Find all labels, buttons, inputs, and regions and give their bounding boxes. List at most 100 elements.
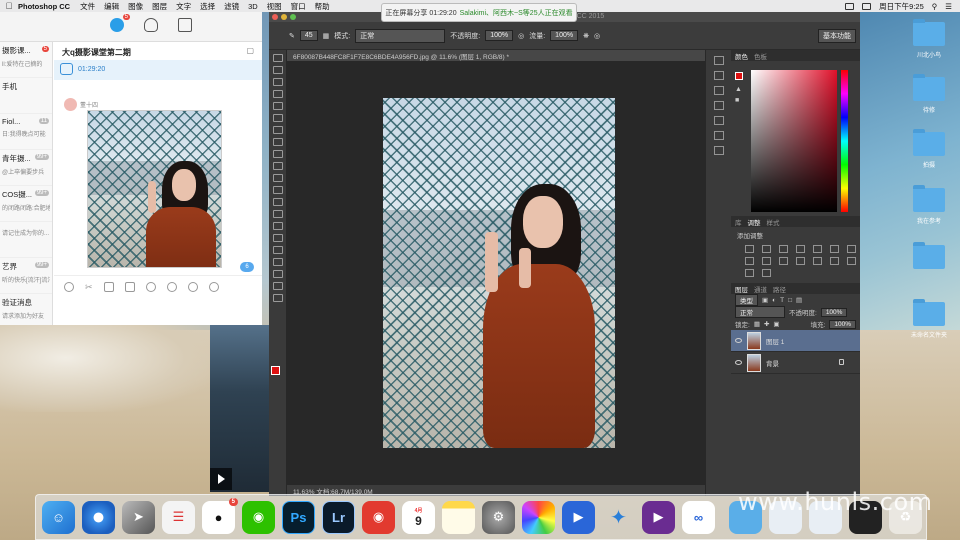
- bird-app-icon[interactable]: ✦: [602, 501, 635, 534]
- brush-size[interactable]: 45: [299, 30, 318, 41]
- workspace-select[interactable]: 基本功能: [818, 28, 856, 43]
- folder-icon[interactable]: [103, 282, 114, 292]
- menu-view[interactable]: 视图: [267, 1, 282, 12]
- avatar[interactable]: [64, 98, 77, 111]
- list-item[interactable]: 摄影课... ll:爱特在己摘的 5: [0, 42, 52, 78]
- conversation-list[interactable]: 摄影课... ll:爱特在己摘的 5 手机 Fiol... 日:我得晚点可能 11 青年…: [0, 42, 53, 325]
- more-tools-icon[interactable]: [272, 294, 283, 302]
- visibility-eye-icon[interactable]: [735, 338, 742, 343]
- bell-icon[interactable]: [208, 282, 219, 292]
- menu-edit[interactable]: 编辑: [104, 1, 119, 12]
- move-tool-icon[interactable]: [272, 54, 283, 62]
- tab-swatches[interactable]: 色板: [754, 51, 767, 61]
- finder-icon[interactable]: ☺: [42, 500, 75, 534]
- filter-adjust-icon[interactable]: ◐: [772, 297, 776, 304]
- type-tool-icon[interactable]: [272, 234, 283, 242]
- clone-source-icon[interactable]: [713, 101, 724, 110]
- fill-field[interactable]: 100%: [829, 319, 856, 329]
- layer-opacity-field[interactable]: 100%: [820, 307, 848, 317]
- desktop-folder[interactable]: [913, 19, 945, 46]
- launchpad-icon[interactable]: ➤: [122, 500, 155, 534]
- phone-icon[interactable]: [166, 282, 177, 292]
- zoom-icon[interactable]: [290, 14, 296, 20]
- brush-presets-icon[interactable]: [713, 86, 724, 95]
- blend-mode-select[interactable]: 正常: [735, 306, 785, 318]
- document-image[interactable]: [383, 98, 615, 448]
- history-brush-tool-icon[interactable]: [272, 162, 283, 170]
- character-icon[interactable]: [713, 116, 724, 125]
- paragraph-icon[interactable]: [713, 131, 724, 140]
- tab-layers[interactable]: 图层: [735, 284, 748, 294]
- quick-select-tool-icon[interactable]: [272, 90, 283, 98]
- message-icon[interactable]: 5: [110, 14, 130, 32]
- wifi-icon[interactable]: [845, 2, 855, 10]
- black-white-icon[interactable]: [745, 257, 754, 265]
- lock-position-icon[interactable]: ✚: [764, 320, 769, 328]
- wechat-icon[interactable]: ◉: [242, 500, 275, 534]
- airbrush-icon[interactable]: ❋: [583, 32, 589, 40]
- screen-share-bar[interactable]: 01:29:20: [54, 60, 262, 80]
- media-player-icon[interactable]: ▶: [642, 500, 675, 534]
- foreground-color-swatch[interactable]: [271, 366, 280, 375]
- vibrance-icon[interactable]: [813, 245, 822, 253]
- menu-image[interactable]: 图像: [128, 1, 143, 12]
- blur-tool-icon[interactable]: [272, 198, 283, 206]
- invert-icon[interactable]: [813, 257, 822, 265]
- menu-window[interactable]: 窗口: [291, 1, 306, 12]
- lightroom-icon[interactable]: Lr: [322, 500, 355, 534]
- actions-icon[interactable]: [713, 71, 724, 80]
- notes-icon[interactable]: [442, 500, 475, 534]
- filter-type-icon[interactable]: T: [780, 297, 784, 304]
- opacity-field[interactable]: 100%: [485, 30, 514, 41]
- exposure-icon[interactable]: [796, 245, 805, 253]
- gradient-tool-icon[interactable]: [272, 186, 283, 194]
- minimize-icon[interactable]: [281, 14, 287, 20]
- list-item[interactable]: Fiol... 日:我得晚点可能 11: [0, 114, 52, 150]
- zoom-tool-icon[interactable]: [272, 282, 283, 290]
- menu-file[interactable]: 文件: [80, 1, 95, 12]
- eraser-tool-icon[interactable]: [272, 174, 283, 182]
- tab-styles[interactable]: 样式: [767, 217, 780, 227]
- dodge-tool-icon[interactable]: [272, 210, 283, 218]
- tab-adjustments[interactable]: 调整: [748, 217, 761, 227]
- stamp-tool-icon[interactable]: [272, 150, 283, 158]
- netease-music-icon[interactable]: ◉: [362, 500, 395, 534]
- desktop-folder[interactable]: [913, 242, 945, 269]
- visibility-eye-icon[interactable]: [735, 360, 742, 365]
- unread-bubble[interactable]: 6: [240, 262, 254, 272]
- photoshop-icon[interactable]: Ps: [282, 500, 315, 534]
- contacts-icon[interactable]: [144, 18, 158, 32]
- play-icon[interactable]: [210, 468, 232, 490]
- layer-row[interactable]: 图层 1: [731, 330, 860, 352]
- system-preferences-icon[interactable]: ⚙: [482, 500, 515, 534]
- brightness-icon[interactable]: [745, 245, 754, 253]
- desktop-folder[interactable]: [913, 74, 945, 101]
- document-tab[interactable]: 6F80087B448FC8F1F7E8C6BDE4A956FD.jpg @ 1…: [287, 50, 705, 61]
- color-panel-foreground[interactable]: [735, 72, 743, 80]
- shape-tool-icon[interactable]: [272, 258, 283, 266]
- video-thumbnail[interactable]: [210, 325, 269, 492]
- image-icon[interactable]: [124, 282, 135, 292]
- curves-icon[interactable]: [779, 245, 788, 253]
- hue-saturation-icon[interactable]: [830, 245, 839, 253]
- threshold-icon[interactable]: [847, 257, 856, 265]
- scissors-icon[interactable]: ✂: [85, 282, 93, 293]
- pressure-size-icon[interactable]: ◎: [594, 32, 600, 40]
- menu-select[interactable]: 选择: [200, 1, 215, 12]
- menubar-clock[interactable]: 周日下午9:25: [879, 1, 924, 12]
- layer-row[interactable]: 背景: [731, 352, 860, 374]
- image-message[interactable]: [87, 110, 222, 268]
- menu-type[interactable]: 文字: [176, 1, 191, 12]
- ps-canvas-area[interactable]: [287, 61, 705, 485]
- crop-tool-icon[interactable]: [272, 102, 283, 110]
- desktop-folder[interactable]: [913, 185, 945, 212]
- video-app-icon[interactable]: ▶: [562, 500, 595, 534]
- list-item[interactable]: 艺界 听的快乐[流汗]流汗 99+: [0, 258, 52, 294]
- list-item[interactable]: 请记住成为你的...: [0, 222, 52, 258]
- levels-icon[interactable]: [762, 245, 771, 253]
- menu-app-name[interactable]: Photoshop CC: [18, 2, 70, 11]
- marquee-tool-icon[interactable]: [272, 66, 283, 74]
- color-balance-icon[interactable]: [847, 245, 856, 253]
- list-item[interactable]: 验证消息 请求添加为好友: [0, 294, 52, 325]
- tab-libraries[interactable]: 库: [735, 217, 742, 227]
